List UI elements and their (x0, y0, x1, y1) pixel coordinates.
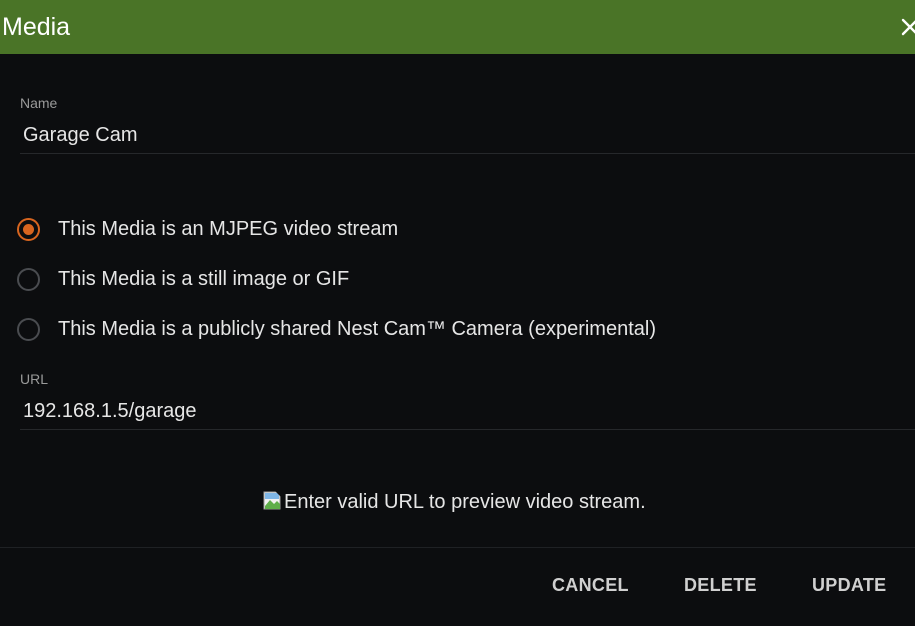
radio-button[interactable] (17, 318, 40, 341)
radio-option-mjpeg[interactable]: This Media is an MJPEG video stream (17, 216, 907, 246)
radio-button-checked[interactable] (17, 218, 40, 241)
name-field-label: Name (20, 95, 58, 111)
name-field-underline (20, 153, 915, 154)
radio-label: This Media is a still image or GIF (58, 268, 350, 290)
broken-image-icon (263, 491, 283, 510)
radio-option-still-image[interactable]: This Media is a still image or GIF (17, 266, 907, 296)
dialog-titlebar: Media (0, 0, 915, 54)
close-icon[interactable] (898, 15, 915, 39)
media-dialog: Media Name This Media is an MJPEG video … (0, 0, 915, 626)
actions-divider (0, 547, 915, 548)
radio-label: This Media is a publicly shared Nest Cam… (58, 318, 656, 340)
radio-label: This Media is an MJPEG video stream (58, 218, 399, 240)
video-preview: Enter valid URL to preview video stream. (263, 490, 646, 516)
update-button[interactable]: UPDATE (812, 570, 886, 600)
preview-text: Enter valid URL to preview video stream. (284, 491, 646, 513)
url-field-underline (20, 429, 915, 430)
url-field-label: URL (20, 371, 49, 387)
radio-button[interactable] (17, 268, 40, 291)
delete-button[interactable]: DELETE (684, 570, 757, 600)
url-input[interactable] (23, 398, 903, 424)
radio-option-nest-cam[interactable]: This Media is a publicly shared Nest Cam… (17, 316, 907, 346)
cancel-button[interactable]: CANCEL (552, 570, 629, 600)
name-input[interactable] (23, 122, 903, 148)
dialog-title: Media (2, 13, 71, 41)
